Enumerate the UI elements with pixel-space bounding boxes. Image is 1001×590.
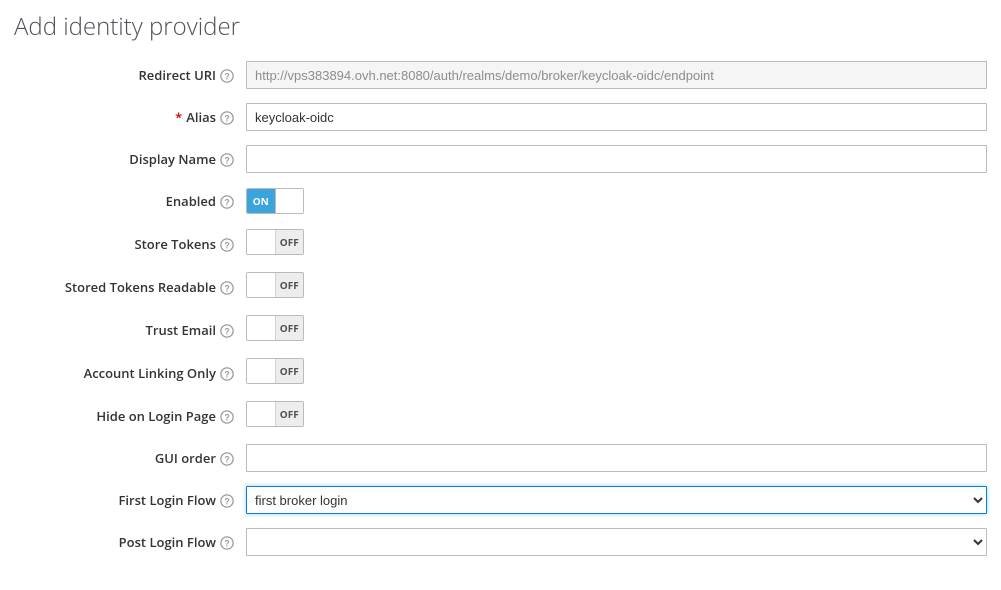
label-redirect-uri: Redirect URI — [138, 66, 216, 84]
svg-text:?: ? — [224, 326, 229, 336]
help-icon[interactable]: ? — [220, 195, 234, 209]
row-post-login-flow: Post Login Flow ? — [14, 528, 987, 556]
account-linking-only-toggle[interactable]: OFF — [246, 358, 304, 384]
trust-email-toggle[interactable]: OFF — [246, 315, 304, 341]
label-post-login-flow: Post Login Flow — [119, 533, 216, 551]
help-icon[interactable]: ? — [220, 494, 234, 508]
row-stored-tokens-readable: Stored Tokens Readable ? OFF — [14, 272, 987, 301]
label-first-login-flow: First Login Flow — [118, 491, 216, 509]
toggle-off-label: OFF — [275, 273, 304, 297]
row-trust-email: Trust Email ? OFF — [14, 315, 987, 344]
toggle-handle — [275, 189, 304, 213]
store-tokens-toggle[interactable]: OFF — [246, 229, 304, 255]
toggle-off-label: OFF — [275, 316, 304, 340]
toggle-handle — [247, 230, 275, 254]
gui-order-input[interactable] — [246, 444, 987, 472]
label-display-name: Display Name — [129, 150, 216, 168]
help-icon[interactable]: ? — [220, 111, 234, 125]
help-icon[interactable]: ? — [220, 69, 234, 83]
svg-text:?: ? — [224, 412, 229, 422]
row-redirect-uri: Redirect URI ? — [14, 61, 987, 89]
toggle-handle — [247, 316, 275, 340]
toggle-handle — [247, 273, 275, 297]
svg-text:?: ? — [224, 198, 229, 208]
svg-text:?: ? — [224, 283, 229, 293]
svg-text:?: ? — [224, 240, 229, 250]
label-alias: Alias — [186, 108, 216, 126]
help-icon[interactable]: ? — [220, 238, 234, 252]
toggle-off-label: OFF — [275, 230, 304, 254]
hide-on-login-page-toggle[interactable]: OFF — [246, 401, 304, 427]
svg-text:?: ? — [224, 369, 229, 379]
label-enabled: Enabled — [166, 192, 216, 210]
help-icon[interactable]: ? — [220, 410, 234, 424]
help-icon[interactable]: ? — [220, 367, 234, 381]
help-icon[interactable]: ? — [220, 153, 234, 167]
help-icon[interactable]: ? — [220, 281, 234, 295]
display-name-input[interactable] — [246, 145, 987, 173]
alias-input[interactable] — [246, 103, 987, 131]
toggle-off-label: OFF — [275, 402, 304, 426]
label-hide-on-login-page: Hide on Login Page — [96, 407, 216, 425]
row-alias: * Alias ? — [14, 103, 987, 131]
label-store-tokens: Store Tokens — [134, 235, 216, 253]
label-stored-tokens-readable: Stored Tokens Readable — [65, 278, 216, 296]
stored-tokens-readable-toggle[interactable]: OFF — [246, 272, 304, 298]
help-icon[interactable]: ? — [220, 452, 234, 466]
svg-text:?: ? — [224, 497, 229, 507]
row-hide-on-login-page: Hide on Login Page ? OFF — [14, 401, 987, 430]
label-account-linking-only: Account Linking Only — [84, 364, 216, 382]
row-gui-order: GUI order ? — [14, 444, 987, 472]
toggle-handle — [247, 359, 275, 383]
first-login-flow-select[interactable]: first broker login — [246, 486, 987, 514]
required-mark: * — [175, 108, 182, 126]
toggle-handle — [247, 402, 275, 426]
row-first-login-flow: First Login Flow ? first broker login — [14, 486, 987, 514]
page-title: Add identity provider — [14, 10, 987, 43]
post-login-flow-select[interactable] — [246, 528, 987, 556]
svg-text:?: ? — [224, 156, 229, 166]
row-enabled: Enabled ? ON — [14, 187, 987, 215]
label-trust-email: Trust Email — [145, 321, 216, 339]
row-account-linking-only: Account Linking Only ? OFF — [14, 358, 987, 387]
row-store-tokens: Store Tokens ? OFF — [14, 229, 987, 258]
svg-text:?: ? — [224, 114, 229, 124]
redirect-uri-input — [246, 61, 987, 89]
svg-text:?: ? — [224, 72, 229, 82]
svg-text:?: ? — [224, 539, 229, 549]
row-display-name: Display Name ? — [14, 145, 987, 173]
toggle-on-label: ON — [247, 189, 275, 213]
svg-text:?: ? — [224, 455, 229, 465]
toggle-off-label: OFF — [275, 359, 304, 383]
help-icon[interactable]: ? — [220, 536, 234, 550]
help-icon[interactable]: ? — [220, 324, 234, 338]
enabled-toggle[interactable]: ON — [246, 188, 304, 214]
label-gui-order: GUI order — [155, 449, 216, 467]
